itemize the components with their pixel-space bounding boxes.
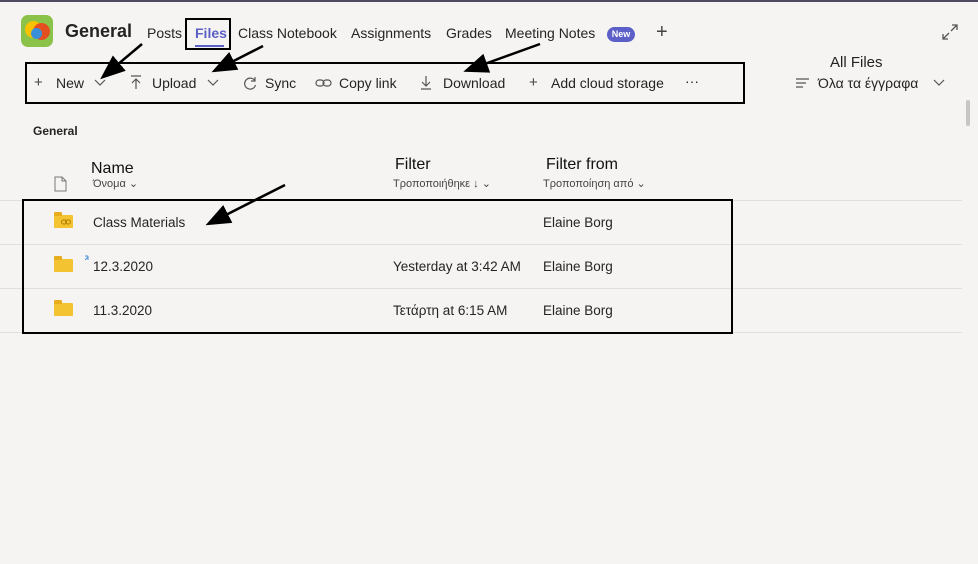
sync-icon [244, 77, 257, 90]
chevron-down-icon[interactable] [933, 79, 945, 87]
file-modified-by: Elaine Borg [543, 303, 613, 318]
new-item-icon [84, 255, 89, 261]
more-options-button[interactable]: ··· [685, 73, 699, 89]
team-app-icon [21, 15, 53, 47]
tab-grades[interactable]: Grades [446, 25, 492, 41]
plus-icon: + [529, 74, 538, 91]
column-modified-label: Τροποποιήθηκε ↓ [393, 178, 479, 190]
scrollbar[interactable] [966, 100, 970, 126]
tab-posts[interactable]: Posts [147, 25, 182, 41]
chevron-down-icon[interactable] [94, 79, 106, 87]
view-selector[interactable]: Όλα τα έγγραφα [818, 75, 918, 91]
files-tab-highlight-box [185, 18, 231, 50]
filter-from-annotation: Filter from [546, 156, 618, 173]
link-icon [315, 79, 332, 87]
team-name: General [65, 21, 133, 41]
chevron-down-icon: ⌄ [128, 178, 139, 190]
file-modified-by: Elaine Borg [543, 215, 613, 230]
new-badge: New [607, 27, 635, 42]
folder-icon [54, 256, 73, 272]
tab-meeting-notes[interactable]: Meeting Notes [505, 25, 595, 41]
lines-icon [796, 78, 809, 88]
file-name[interactable]: 12.3.2020 [93, 259, 153, 274]
download-button[interactable]: Download [443, 75, 505, 91]
tab-assignments[interactable]: Assignments [351, 25, 431, 41]
section-title: General [33, 124, 78, 138]
expand-icon[interactable] [941, 23, 959, 41]
link-icon [61, 219, 71, 225]
file-name[interactable]: 11.3.2020 [93, 303, 152, 318]
new-button[interactable]: New [56, 75, 84, 91]
file-name[interactable]: Class Materials [93, 215, 185, 230]
add-cloud-storage-button[interactable]: Add cloud storage [551, 75, 664, 91]
column-header-name[interactable]: Όνομα ⌄ [93, 177, 138, 190]
file-icon [54, 176, 67, 192]
upload-icon [131, 75, 141, 89]
folder-icon [54, 300, 73, 316]
file-modified: Τετάρτη at 6:15 AM [393, 303, 508, 318]
chevron-down-icon: ⌄ [636, 178, 646, 190]
copy-link-button[interactable]: Copy link [339, 75, 397, 91]
plus-icon: + [34, 74, 43, 91]
column-name-label: Όνομα [93, 178, 126, 190]
file-modified-by: Elaine Borg [543, 259, 613, 274]
column-header-modified[interactable]: Τροποποιήθηκε ↓ ⌄ [393, 177, 491, 190]
all-files-annotation: All Files [830, 54, 883, 71]
add-tab-button[interactable]: + [656, 21, 668, 44]
tab-class-notebook[interactable]: Class Notebook [238, 25, 337, 41]
name-annotation: Name [91, 160, 134, 177]
file-modified: Yesterday at 3:42 AM [393, 259, 521, 274]
chevron-down-icon: ⌄ [481, 178, 491, 190]
chevron-down-icon[interactable] [207, 79, 219, 87]
upload-button[interactable]: Upload [152, 75, 196, 91]
filter-annotation: Filter [395, 156, 431, 173]
column-modified-by-label: Τροποποίηση από [543, 178, 634, 190]
sync-button[interactable]: Sync [265, 75, 296, 91]
column-header-modified-by[interactable]: Τροποποίηση από ⌄ [543, 177, 646, 190]
download-icon [421, 76, 431, 90]
